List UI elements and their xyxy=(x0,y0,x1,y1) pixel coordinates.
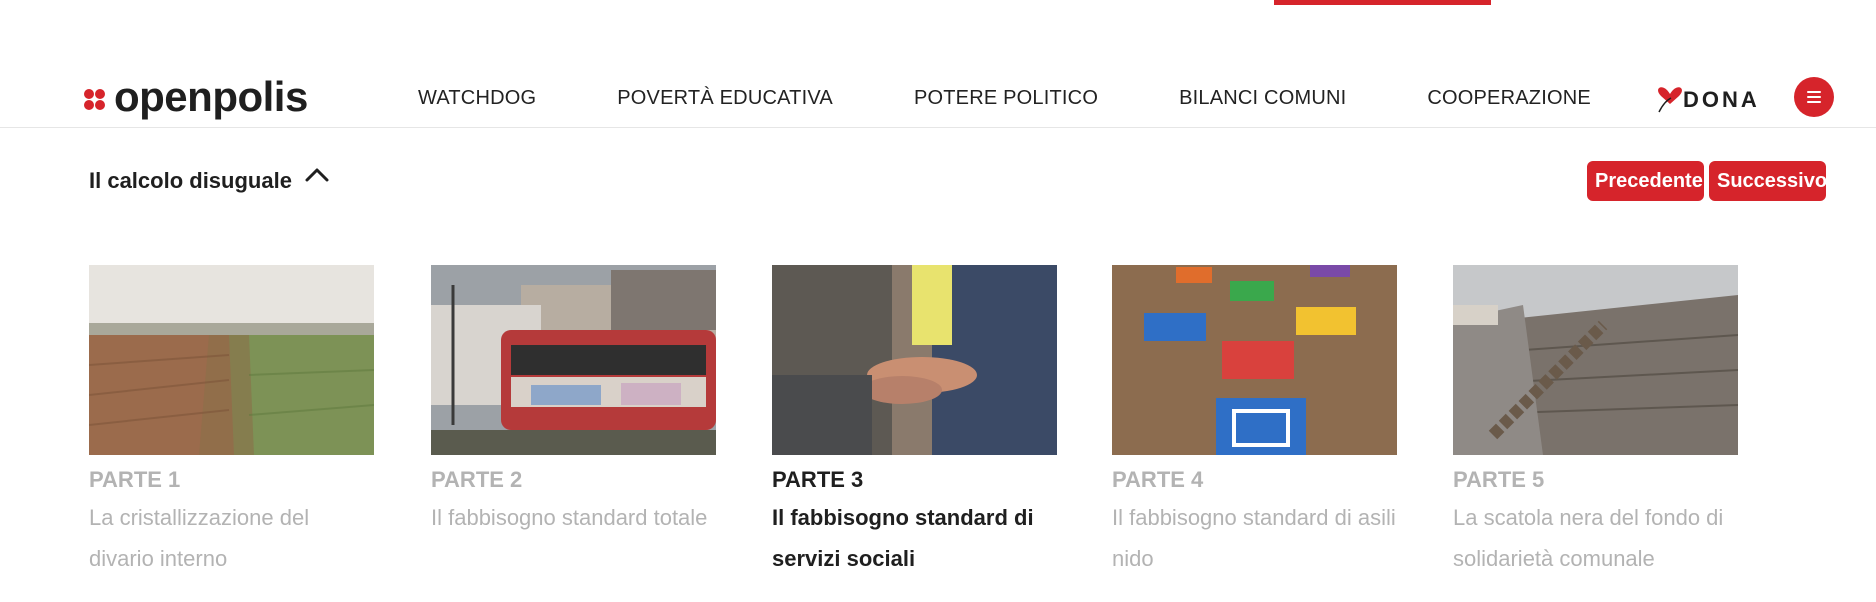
hamburger-icon xyxy=(1807,91,1821,93)
part-title: La scatola nera del fondo di solidarietà… xyxy=(1453,505,1724,571)
next-button[interactable]: Successivo xyxy=(1709,161,1827,201)
part-card-2[interactable]: PARTE 2 Il fabbisogno standard totale xyxy=(431,265,716,538)
heart-icon xyxy=(1658,87,1682,113)
part-label: PARTE 1 xyxy=(89,467,181,492)
top-accent-bar xyxy=(1274,0,1491,5)
part-card-4[interactable]: PARTE 4 Il fabbisogno standard di asili … xyxy=(1112,265,1397,579)
hamburger-icon-line xyxy=(1807,101,1821,103)
part-label: PARTE 3 xyxy=(772,467,864,492)
part-card-1[interactable]: PARTE 1 La cristallizzazione del divario… xyxy=(89,265,374,579)
donate-link[interactable]: DONA xyxy=(1655,78,1760,114)
chevron-up-icon[interactable] xyxy=(304,165,330,185)
part-title: La cristallizzazione del divario interno xyxy=(89,505,310,571)
logo-text: openpolis xyxy=(114,73,308,120)
nav-item-poverta-educativa[interactable]: POVERTÀ EDUCATIVA xyxy=(617,86,833,110)
nav-item-cooperazione[interactable]: COOPERAZIONE xyxy=(1427,86,1591,110)
part-title: Il fabbisogno standard totale xyxy=(431,505,708,530)
donate-label: DONA xyxy=(1683,87,1760,112)
series-title: Il calcolo disuguale xyxy=(89,168,292,193)
part-card-3[interactable]: PARTE 3 Il fabbisogno standard di serviz… xyxy=(772,265,1057,579)
part-label: PARTE 4 xyxy=(1112,467,1204,492)
site-header: openpolis WATCHDOG POVERTÀ EDUCATIVA POT… xyxy=(0,60,1876,128)
menu-button[interactable] xyxy=(1794,77,1834,117)
part-title: Il fabbisogno standard di asili nido xyxy=(1112,505,1396,571)
chain-on-dock-photo xyxy=(1453,265,1738,455)
plowed-field-photo xyxy=(89,265,374,455)
previous-button[interactable]: Precedente xyxy=(1587,161,1704,201)
nav-item-potere-politico[interactable]: POTERE POLITICO xyxy=(914,86,1098,110)
part-label: PARTE 5 xyxy=(1453,467,1545,492)
hamburger-icon-line xyxy=(1807,96,1821,98)
nav-item-bilanci-comuni[interactable]: BILANCI COMUNI xyxy=(1179,86,1346,110)
logo-mark-icon xyxy=(80,85,108,113)
part-title: Il fabbisogno standard di servizi social… xyxy=(772,505,1034,571)
main-nav: WATCHDOG POVERTÀ EDUCATIVA POTERE POLITI… xyxy=(418,86,1672,110)
helping-hands-photo xyxy=(772,265,1057,455)
part-label: PARTE 2 xyxy=(431,467,523,492)
hopscotch-photo xyxy=(1112,265,1397,455)
openpolis-logo[interactable]: openpolis xyxy=(80,76,308,118)
part-card-5[interactable]: PARTE 5 La scatola nera del fondo di sol… xyxy=(1453,265,1738,579)
train-photo xyxy=(431,265,716,455)
nav-item-watchdog[interactable]: WATCHDOG xyxy=(418,86,536,110)
